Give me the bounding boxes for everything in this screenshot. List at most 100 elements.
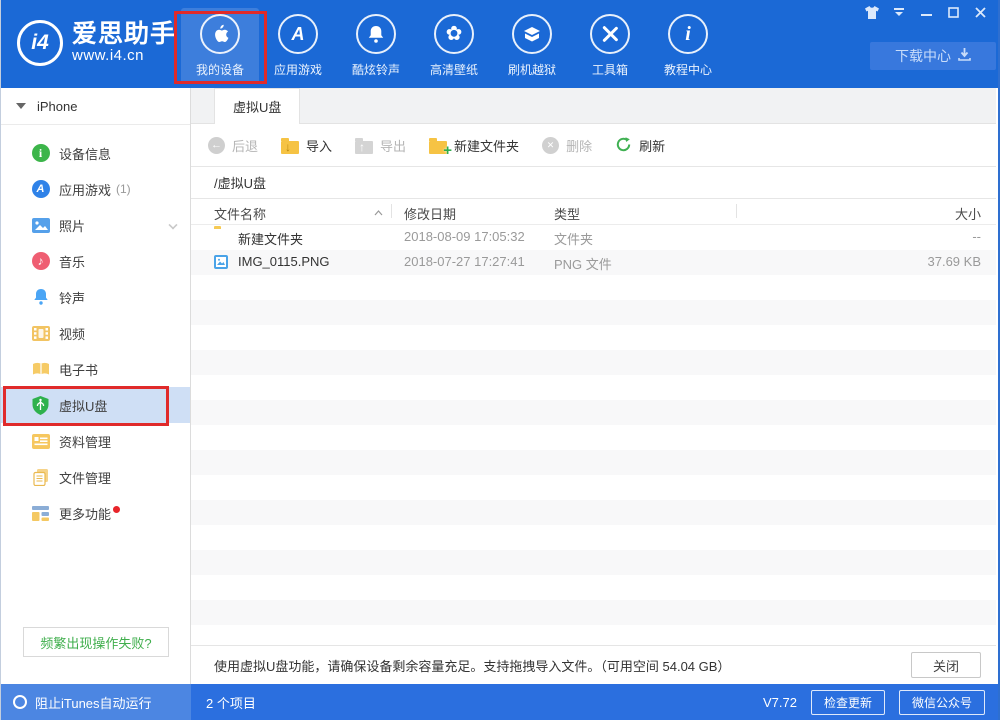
column-header-size[interactable]: 大小	[955, 204, 981, 223]
appstore-icon: A	[278, 14, 318, 54]
apps-icon: A	[32, 180, 50, 198]
itunes-toggle[interactable]: 阻止iTunes自动运行	[1, 684, 191, 720]
file-type: 文件夹	[554, 229, 593, 248]
apps-count-badge: (1)	[116, 182, 131, 196]
box-icon	[512, 14, 552, 54]
chevron-down-icon[interactable]	[168, 220, 177, 229]
toolbar: ← 后退 ↓ 导入 ↑ 导出 + 新建文件夹 ✕ 删除	[191, 124, 996, 167]
itunes-toggle-label: 阻止iTunes自动运行	[35, 693, 152, 712]
image-file-icon	[214, 255, 228, 272]
column-header-name[interactable]: 文件名称	[214, 204, 266, 223]
sidebar-item-ebooks[interactable]: 电子书	[1, 351, 190, 387]
tab-virtual-usb[interactable]: 虚拟U盘	[214, 88, 300, 124]
status-bar: 阻止iTunes自动运行 2 个项目 V7.72 检查更新 微信公众号	[1, 684, 998, 720]
sidebar-item-label: 应用游戏	[59, 180, 111, 199]
delete-button: ✕ 删除	[542, 136, 592, 155]
notification-dot	[113, 506, 120, 513]
refresh-button[interactable]: 刷新	[615, 134, 665, 156]
sidebar-item-photos[interactable]: 照片	[1, 207, 190, 243]
import-button[interactable]: ↓ 导入	[281, 136, 332, 155]
apple-icon	[200, 14, 240, 54]
table-header: 文件名称 修改日期 类型 大小	[191, 199, 996, 225]
column-divider[interactable]	[391, 204, 392, 218]
sidebar-list: i 设备信息 A 应用游戏 (1) 照片 ♪ 音乐	[1, 135, 190, 531]
import-folder-icon: ↓	[281, 141, 299, 154]
delete-icon: ✕	[542, 137, 559, 154]
brand: i4 爱思助手 www.i4.cn	[17, 20, 176, 66]
nav-ringtones[interactable]: 酷炫铃声	[337, 8, 415, 84]
nav-toolbox[interactable]: 工具箱	[571, 8, 649, 84]
device-header[interactable]: iPhone	[1, 88, 190, 125]
current-path: /虚拟U盘	[214, 173, 266, 192]
close-notice-button[interactable]: 关闭	[911, 652, 981, 678]
new-folder-button[interactable]: + 新建文件夹	[429, 136, 519, 155]
new-folder-icon: +	[429, 141, 447, 154]
collapse-icon[interactable]	[891, 4, 907, 20]
back-icon: ←	[208, 137, 225, 154]
version-label: V7.72	[763, 695, 797, 710]
close-icon[interactable]	[972, 4, 988, 20]
maximize-icon[interactable]	[945, 4, 961, 20]
sidebar-item-file-management[interactable]: 文件管理	[1, 459, 190, 495]
file-date: 2018-08-09 17:05:32	[404, 229, 525, 244]
data-icon	[31, 432, 50, 451]
file-name: IMG_0115.PNG	[238, 254, 330, 269]
minimize-icon[interactable]	[918, 4, 934, 20]
export-folder-icon: ↑	[355, 141, 373, 154]
nav-label: 应用游戏	[274, 61, 322, 78]
nav-apps-games[interactable]: A 应用游戏	[259, 8, 337, 84]
sort-ascending-icon[interactable]	[374, 204, 383, 210]
usb-shield-icon	[31, 396, 50, 415]
table-row[interactable]: 新建文件夹 2018-08-09 17:05:32 文件夹 --	[191, 225, 996, 250]
theme-skin-icon[interactable]	[864, 4, 880, 20]
video-icon	[31, 324, 50, 343]
sidebar-item-music[interactable]: ♪ 音乐	[1, 243, 190, 279]
column-divider[interactable]	[736, 204, 737, 218]
file-size: --	[972, 229, 981, 244]
download-icon	[958, 48, 971, 64]
radio-circle-icon	[13, 695, 27, 709]
sidebar-item-label: 设备信息	[59, 144, 111, 163]
table-row[interactable]: IMG_0115.PNG 2018-07-27 17:27:41 PNG 文件 …	[191, 250, 996, 275]
check-update-button[interactable]: 检查更新	[811, 690, 885, 715]
sidebar-item-data-management[interactable]: 资料管理	[1, 423, 190, 459]
wechat-button[interactable]: 微信公众号	[899, 690, 985, 715]
help-button[interactable]: 频繁出现操作失败?	[23, 627, 169, 657]
ebook-icon	[31, 360, 50, 379]
ringtone-icon	[31, 288, 50, 307]
more-grid-icon	[31, 504, 50, 523]
sidebar-item-more-features[interactable]: 更多功能	[1, 495, 190, 531]
app-title: 爱思助手	[72, 21, 176, 47]
sidebar-item-videos[interactable]: 视频	[1, 315, 190, 351]
header: i4 爱思助手 www.i4.cn 我的设备 A 应用游戏 酷炫铃声	[1, 0, 998, 88]
collapse-triangle-icon	[16, 103, 26, 109]
sidebar: iPhone i 设备信息 A 应用游戏 (1) 照片 ♪ 音乐	[1, 88, 191, 684]
nav-label: 教程中心	[664, 61, 712, 78]
column-header-date[interactable]: 修改日期	[404, 204, 456, 223]
window-controls	[864, 4, 988, 20]
sidebar-item-ringtones[interactable]: 铃声	[1, 279, 190, 315]
refresh-icon	[615, 136, 632, 156]
nav-label: 高清壁纸	[430, 61, 478, 78]
notice-bar: 使用虚拟U盘功能，请确保设备剩余容量充足。支持拖拽导入文件。（可用空间 54.0…	[191, 645, 996, 684]
top-nav: 我的设备 A 应用游戏 酷炫铃声 ✿ 高清壁纸 刷机越狱	[181, 8, 727, 84]
sidebar-item-label: 视频	[59, 324, 85, 343]
column-header-type[interactable]: 类型	[554, 204, 580, 223]
music-icon: ♪	[32, 252, 50, 270]
download-center-button[interactable]: 下载中心	[870, 42, 996, 70]
i4-logo-icon: i4	[17, 20, 63, 66]
main-panel: 虚拟U盘 ← 后退 ↓ 导入 ↑ 导出 + 新建文件夹 ✕ 删除	[191, 88, 996, 684]
device-name: iPhone	[37, 99, 77, 114]
nav-wallpapers[interactable]: ✿ 高清壁纸	[415, 8, 493, 84]
flower-icon: ✿	[434, 14, 474, 54]
sidebar-item-apps[interactable]: A 应用游戏 (1)	[1, 171, 190, 207]
file-date: 2018-07-27 17:27:41	[404, 254, 525, 269]
sidebar-item-label: 音乐	[59, 252, 85, 271]
nav-my-device[interactable]: 我的设备	[181, 8, 259, 84]
sidebar-item-virtual-usb[interactable]: 虚拟U盘	[1, 387, 190, 423]
nav-tutorials[interactable]: i 教程中心	[649, 8, 727, 84]
nav-flash-jailbreak[interactable]: 刷机越狱	[493, 8, 571, 84]
files-icon	[31, 468, 50, 487]
sidebar-item-device-info[interactable]: i 设备信息	[1, 135, 190, 171]
app-url: www.i4.cn	[72, 47, 176, 65]
